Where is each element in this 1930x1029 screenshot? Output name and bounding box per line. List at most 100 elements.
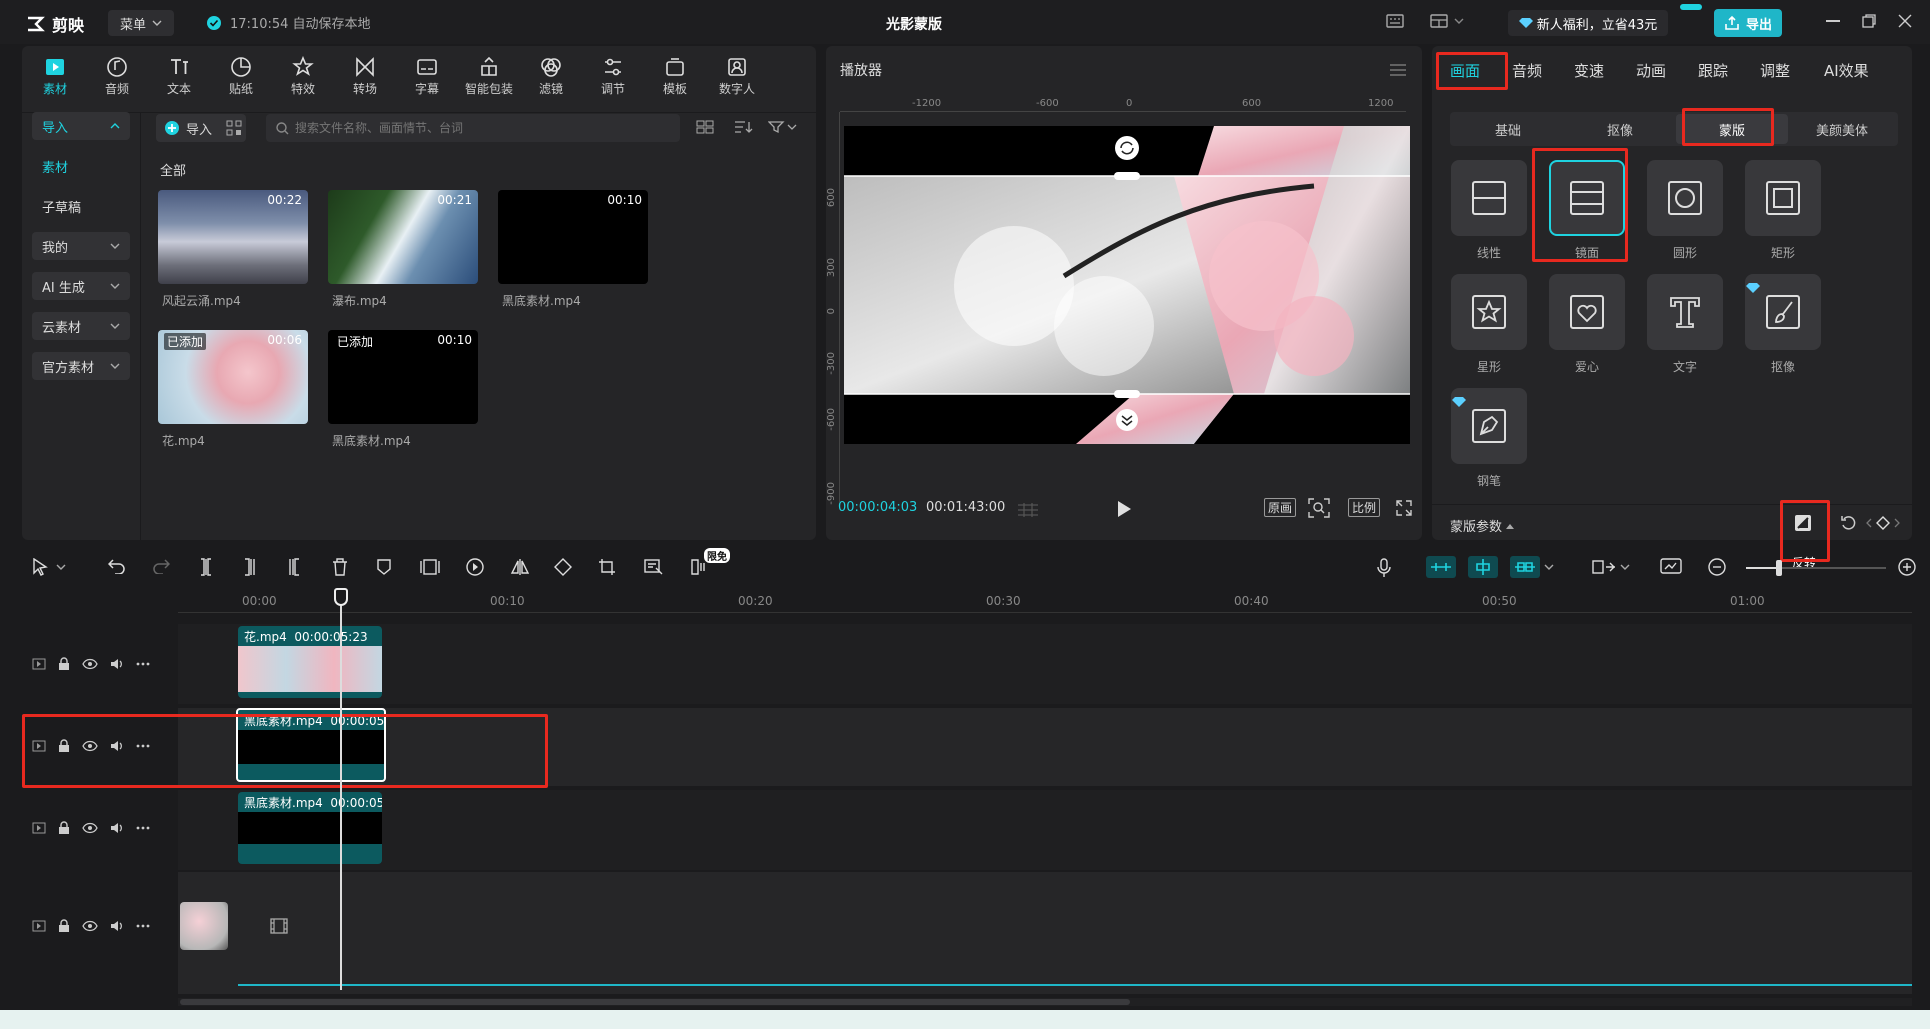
close-icon[interactable] [1898,14,1912,28]
toolbar-avatar[interactable]: 数字人 [710,54,764,97]
toolbar-sticker[interactable]: 贴纸 [214,54,268,97]
toolbar-smart-pack[interactable]: 智能包装 [462,54,516,97]
freeze-icon[interactable] [420,558,440,576]
hamburger-icon[interactable] [1390,64,1406,76]
toolbar-media[interactable]: 素材 [28,54,82,97]
promo-button[interactable]: 新人福利，立省43元 [1508,10,1668,36]
tab-tracking[interactable]: 跟踪 [1698,60,1728,81]
sort-icon[interactable] [734,120,756,134]
edit-frame-icon[interactable] [644,558,664,576]
ruler-tick: 00:40 [1234,594,1269,608]
timeline-clip[interactable]: 黑底素材.mp4 00:00:05 [238,792,382,864]
media-thumb[interactable]: 已添加 00:06 [158,330,308,424]
tab-adjust[interactable]: 调整 [1760,60,1790,81]
mask-linear[interactable]: 线性 [1450,160,1528,261]
toolbar-audio[interactable]: 音频 [90,54,144,97]
subtab-beauty[interactable]: 美颜美体 [1786,114,1898,144]
zoom-in-icon[interactable] [1898,558,1916,576]
toolbar-adjust[interactable]: 调节 [586,54,640,97]
export-button[interactable]: 导出 [1714,9,1782,37]
main-track-magnet-icon[interactable] [1426,556,1456,578]
track-row[interactable] [178,790,1912,870]
zoom-out-icon[interactable] [1708,558,1726,576]
toolbar-effects[interactable]: 特效 [276,54,330,97]
mask-rectangle[interactable]: 矩形 [1744,160,1822,261]
subtab-cutout[interactable]: 抠像 [1564,114,1676,144]
keyboard-icon[interactable] [1386,13,1404,29]
search-field[interactable] [266,114,680,142]
mask-params-toggle[interactable]: 蒙版参数 [1450,516,1515,535]
rotate-icon[interactable] [554,558,572,576]
grid-view-icon[interactable] [696,120,714,134]
import-button[interactable]: 导入 [156,114,246,142]
aspect-ratio-button[interactable]: 比例 [1348,498,1381,517]
crop-icon[interactable] [598,558,616,576]
split-icon[interactable] [198,558,214,576]
keyframe-nav[interactable] [1866,516,1900,530]
sidebar-item-mine[interactable]: 我的 [32,232,130,260]
playhead-handle[interactable] [334,588,348,606]
mask-circle-icon [1668,181,1702,215]
tab-ai-effects[interactable]: AI效果 [1824,60,1869,81]
filter-icon[interactable] [768,120,798,134]
toolbar-subtitle[interactable]: 字幕 [400,54,454,97]
redo-icon[interactable] [152,558,170,574]
tab-audio[interactable]: 音频 [1512,60,1542,81]
zoom-slider-handle[interactable] [1776,560,1782,576]
mask-heart[interactable]: 爱心 [1548,274,1626,375]
fullscreen-icon[interactable] [1396,500,1412,516]
media-thumb[interactable]: 00:21 [328,190,478,284]
sidebar-item-ai-generate[interactable]: AI 生成 [32,272,130,300]
toolbar-filter[interactable]: 滤镜 [524,54,578,97]
playhead[interactable] [340,590,342,990]
sidebar-item-import[interactable]: 导入 [32,112,130,140]
video-preview[interactable] [844,126,1410,444]
sidebar-item-subdraft[interactable]: 子草稿 [32,192,130,220]
play-icon[interactable] [1116,500,1132,518]
zoom-fit-icon[interactable] [1308,498,1330,518]
timeline-clip[interactable]: 花.mp4 00:00:05:23 [238,626,382,698]
layout-icon[interactable] [1430,13,1464,29]
select-tool[interactable] [32,558,66,576]
track-row[interactable] [178,624,1912,704]
toolbar-template[interactable]: 模板 [648,54,702,97]
reset-icon[interactable] [1840,514,1858,532]
media-thumb[interactable]: 00:22 [158,190,308,284]
sidebar-item-official[interactable]: 官方素材 [32,352,130,380]
original-quality-button[interactable]: 原画 [1264,498,1297,517]
main-track-row[interactable] [178,872,1912,994]
linkage-icon[interactable] [1510,556,1554,578]
toolbar-label: 特效 [290,82,315,96]
restore-icon[interactable] [1862,14,1876,28]
reverse-icon[interactable] [466,558,484,576]
timeline-scrollbar-thumb[interactable] [180,999,1130,1005]
toolbar-text[interactable]: 文本 [152,54,206,97]
cover-thumbnail[interactable] [180,902,228,950]
tab-animation[interactable]: 动画 [1636,60,1666,81]
split-left-icon[interactable] [242,558,258,576]
sidebar-item-assets[interactable]: 素材 [32,152,130,180]
delete-icon[interactable] [332,558,348,576]
media-thumb[interactable]: 00:10 [498,190,648,284]
mask-text[interactable]: 文字 [1646,274,1724,375]
mirror-icon[interactable] [510,558,530,576]
timeline-ruler[interactable]: 00:00 00:10 00:20 00:30 00:40 00:50 01:0… [178,590,1912,618]
marker-icon[interactable] [376,558,392,576]
undo-icon[interactable] [108,558,126,574]
mask-circle[interactable]: 圆形 [1646,160,1724,261]
subtab-basic[interactable]: 基础 [1452,114,1564,144]
microphone-icon[interactable] [1376,558,1392,578]
mask-star[interactable]: 星形 [1450,274,1528,375]
search-input[interactable] [295,121,675,135]
menu-button[interactable]: 菜单 [108,10,174,36]
minimize-icon[interactable] [1826,20,1840,22]
preview-window-icon[interactable] [1660,558,1682,576]
media-thumb[interactable]: 已添加 00:10 [328,330,478,424]
tab-speed[interactable]: 变速 [1574,60,1604,81]
split-right-icon[interactable] [286,558,302,576]
toolbar-transition[interactable]: 转场 [338,54,392,97]
auto-snap-icon[interactable] [1468,556,1498,578]
sidebar-item-cloud[interactable]: 云素材 [32,312,130,340]
timeline-list-icon[interactable] [1016,502,1040,518]
preview-axis-icon[interactable] [1592,558,1630,576]
